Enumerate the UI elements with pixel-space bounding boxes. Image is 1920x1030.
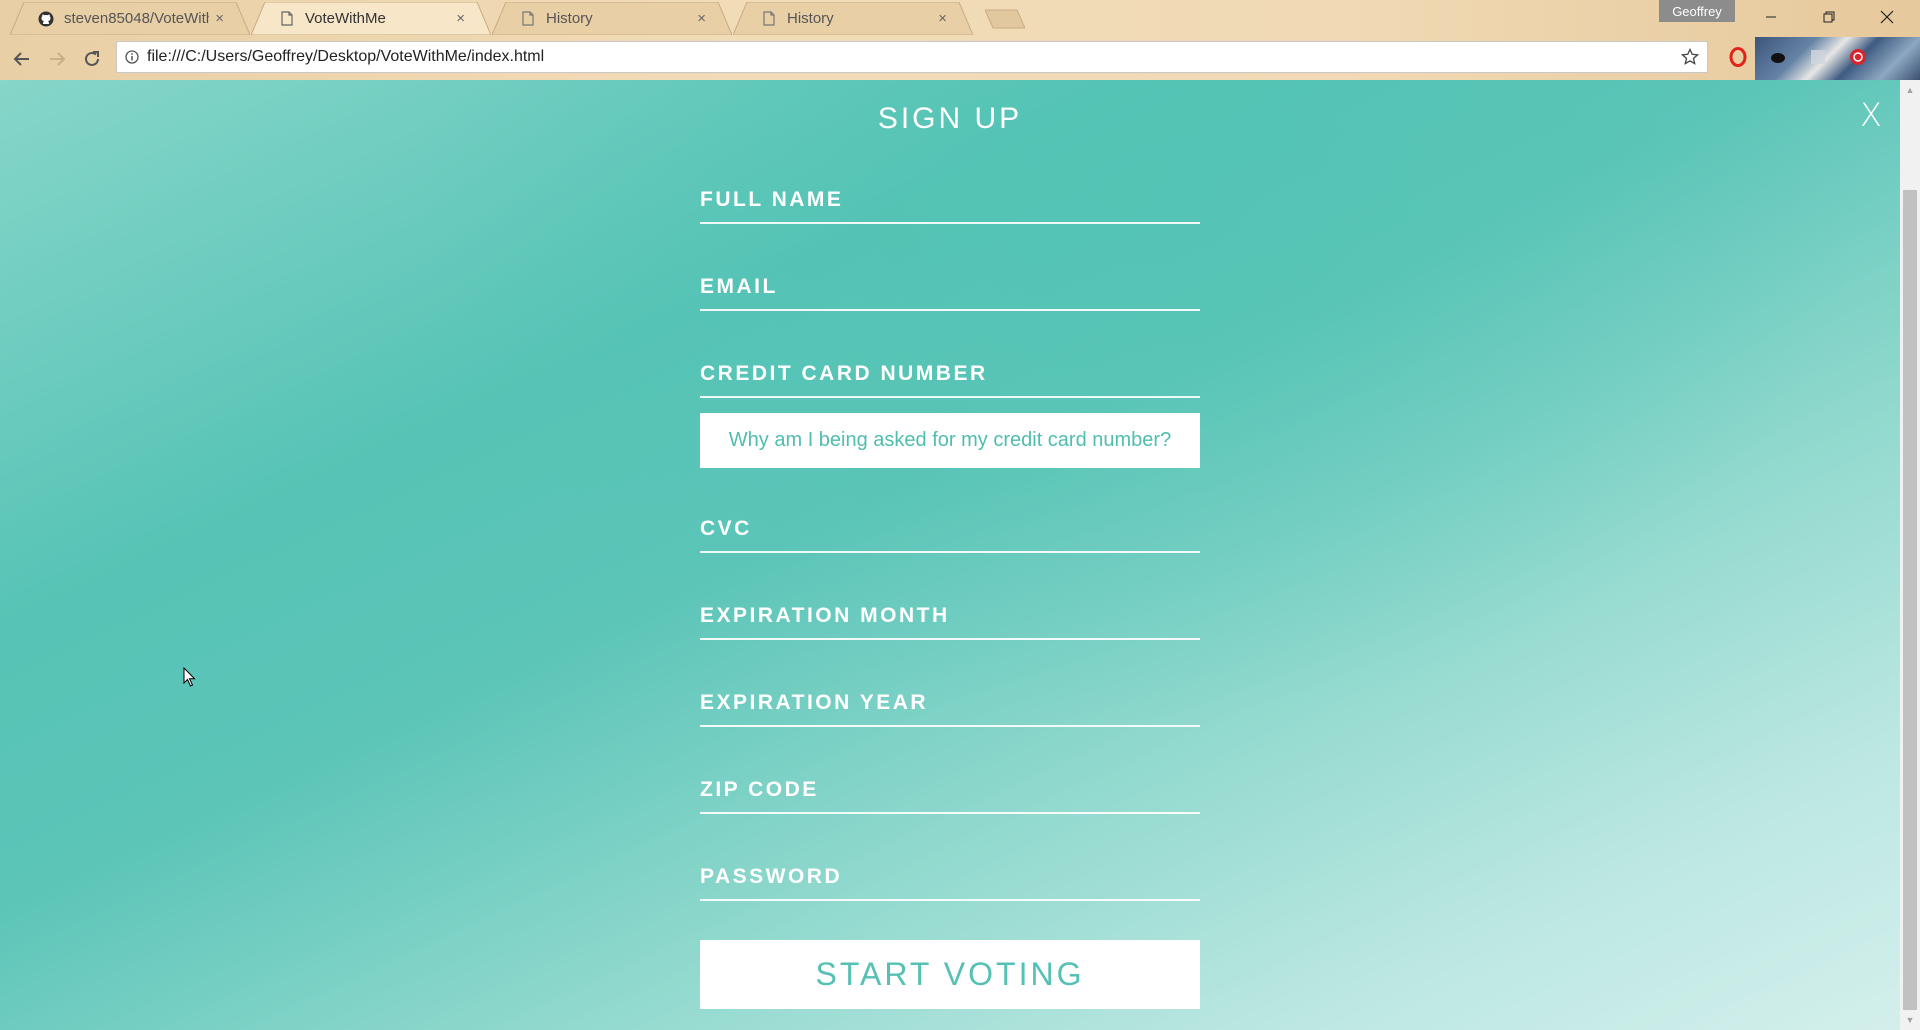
start-voting-button[interactable]: START VOTING <box>700 940 1200 1009</box>
restore-icon[interactable] <box>1800 0 1858 34</box>
url-text[interactable]: file:///C:/Users/Geoffrey/Desktop/VoteWi… <box>147 48 1673 66</box>
tab-title: steven85048/VoteWithM <box>64 10 209 27</box>
tab-close-icon[interactable]: × <box>456 10 465 27</box>
zip-field-wrap <box>700 770 1200 814</box>
back-arrow-icon[interactable] <box>8 45 36 73</box>
extension-grid-icon[interactable] <box>1806 45 1830 69</box>
cvc-input[interactable] <box>700 509 1200 549</box>
page-scrollbar[interactable]: ▲ ▼ <box>1900 80 1920 1030</box>
full-name-input[interactable] <box>700 180 1200 220</box>
exp-month-field-wrap <box>700 596 1200 640</box>
tab-title: VoteWithMe <box>305 10 386 27</box>
address-bar[interactable]: file:///C:/Users/Geoffrey/Desktop/VoteWi… <box>116 41 1708 73</box>
browser-toolbar: file:///C:/Users/Geoffrey/Desktop/VoteWi… <box>0 37 1920 80</box>
extension-icon[interactable] <box>1766 45 1790 69</box>
tab-history-2[interactable]: History × <box>733 2 973 35</box>
close-modal-button[interactable]: X <box>1860 96 1882 134</box>
github-icon <box>38 11 54 27</box>
new-tab-button[interactable] <box>984 9 1026 29</box>
email-input[interactable] <box>700 267 1200 307</box>
full-name-field-wrap <box>700 180 1200 224</box>
close-window-icon[interactable] <box>1858 0 1916 34</box>
zip-input[interactable] <box>700 770 1200 810</box>
email-field-wrap <box>700 267 1200 311</box>
browser-chrome: steven85048/VoteWithM × VoteWithMe × His… <box>0 0 1920 80</box>
page-icon <box>761 11 777 27</box>
exp-month-input[interactable] <box>700 596 1200 636</box>
page-icon <box>279 11 295 27</box>
password-field-wrap <box>700 857 1200 901</box>
exp-year-field-wrap <box>700 683 1200 727</box>
page-viewport: X SIGN UP Why am I being asked for my cr… <box>0 80 1900 1030</box>
tab-title: History <box>546 10 593 27</box>
exp-year-input[interactable] <box>700 683 1200 723</box>
tab-close-icon[interactable]: × <box>697 10 706 27</box>
tab-votewithme[interactable]: VoteWithMe × <box>251 2 491 35</box>
scroll-up-icon[interactable]: ▲ <box>1900 82 1920 98</box>
mouse-cursor-icon <box>183 666 197 692</box>
info-icon[interactable] <box>117 50 147 64</box>
tab-close-icon[interactable]: × <box>215 10 224 27</box>
page-icon <box>520 11 536 27</box>
profile-badge[interactable]: Geoffrey <box>1659 0 1735 22</box>
card-number-input[interactable] <box>700 354 1200 394</box>
cvc-field-wrap <box>700 509 1200 553</box>
tab-title: History <box>787 10 834 27</box>
tab-history-1[interactable]: History × <box>492 2 732 35</box>
reload-icon[interactable] <box>78 45 106 73</box>
page-title: SIGN UP <box>877 102 1023 135</box>
tab-close-icon[interactable]: × <box>938 10 947 27</box>
forward-arrow-icon[interactable] <box>43 45 71 73</box>
password-input[interactable] <box>700 857 1200 897</box>
bookmark-star-icon[interactable] <box>1673 48 1707 66</box>
card-number-field-wrap <box>700 354 1200 398</box>
tab-strip: steven85048/VoteWithM × VoteWithMe × His… <box>0 0 1920 37</box>
tab-github[interactable]: steven85048/VoteWithM × <box>10 2 250 35</box>
scroll-thumb[interactable] <box>1903 190 1917 1010</box>
extension-badge-icon[interactable] <box>1846 45 1870 69</box>
minimize-icon[interactable] <box>1742 0 1800 34</box>
scroll-down-icon[interactable]: ▼ <box>1900 1012 1920 1028</box>
opera-extension-icon[interactable] <box>1726 45 1750 69</box>
why-credit-card-button[interactable]: Why am I being asked for my credit card … <box>700 413 1200 468</box>
